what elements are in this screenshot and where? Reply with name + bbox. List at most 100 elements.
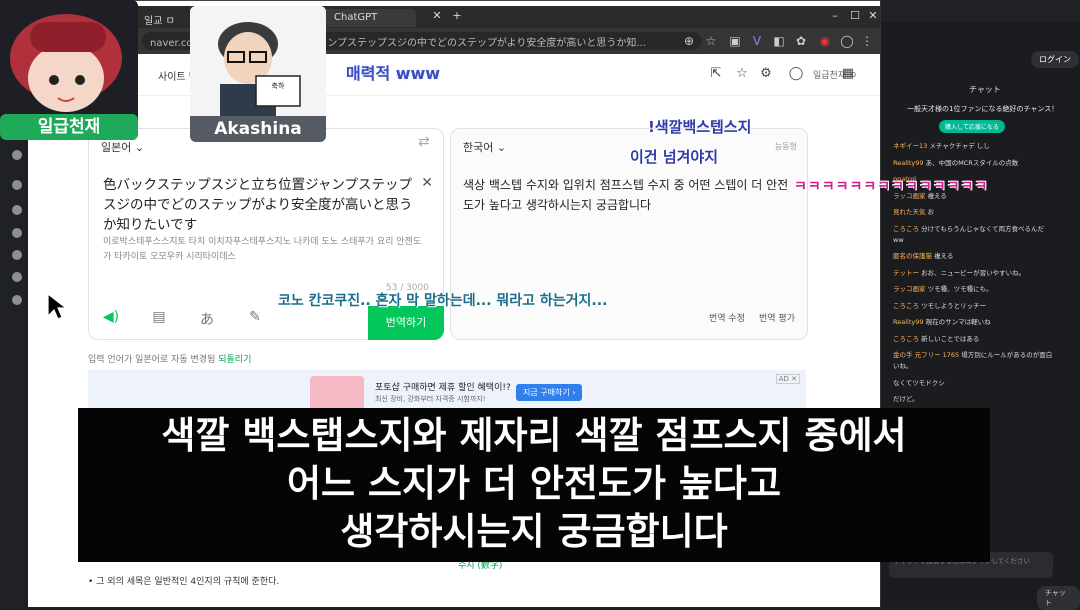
share-icon[interactable]: ⇱ <box>708 66 724 82</box>
target-language-select[interactable]: 한국어 ⌄ <box>463 139 506 155</box>
chat-send-button[interactable]: チャット <box>1037 586 1080 610</box>
extension-icon[interactable]: ◧ <box>770 32 788 50</box>
app-icon[interactable] <box>12 150 22 160</box>
minimize-icon[interactable]: – <box>824 9 846 25</box>
app-icon[interactable] <box>12 180 22 190</box>
chat-text: おお、ニュービーが習いやすいね。 <box>921 268 1026 277</box>
zoom-icon[interactable]: ⊕ <box>680 32 698 50</box>
chat-message: ラッコ画家 ツモ種、ツモ種にも。 <box>893 285 1075 294</box>
source-text-input[interactable]: 色バックステップスジと立ち位置ジャンプステップスジの中でどのステップがより安全度… <box>103 175 419 235</box>
chat-username[interactable]: Reality99 <box>893 159 924 167</box>
source-pronunciation: 이로박스테푸스스지토 타치 이치자푸스테푸스지노 나카데 도노 스테푸가 요리 … <box>103 237 422 262</box>
browser-tab-chatgpt[interactable]: ChatGPT <box>326 9 385 27</box>
dictionary-icon[interactable]: ▤ <box>149 309 169 329</box>
chat-message: ころころ 新しいことではある <box>893 335 1075 344</box>
chat-message: ころころ 分けてもらうんじゃなくて両方食べるんだ <box>893 225 1075 234</box>
app-icon[interactable] <box>12 295 22 305</box>
support-button[interactable]: 購入して応援になる <box>939 120 1005 133</box>
extension-icon[interactable]: ◉ <box>816 32 834 50</box>
overlay-comment: ㅋㅋㅋㅋㅋㅋㅋㅋㅋㅋㅋㅋㅋㅋ <box>794 179 989 195</box>
new-tab-icon[interactable]: + <box>446 9 468 25</box>
chat-username[interactable]: ラッコ画家 <box>893 285 926 293</box>
auto-detect-text: 입력 언어가 일본어로 자동 변경됨 <box>88 355 216 365</box>
ad-cta-button[interactable]: 지금 구매하기 › <box>516 384 583 401</box>
swap-languages-icon[interactable]: ⇄ <box>418 134 430 150</box>
ad-subtitle: 최신 장비, 강화부터 자격증 시험까지! <box>375 395 486 403</box>
chat-text: 場方別にルールがあるのが面白 <box>961 351 1053 359</box>
target-hint: 능동형 <box>774 142 797 151</box>
chat-username[interactable]: 匿名の保護猫 <box>893 252 932 260</box>
clear-icon[interactable]: ✕ <box>421 175 433 191</box>
translation-output: 색상 백스텝 수지와 입위치 점프스텝 수지 중 어떤 스텝이 더 안전도가 높… <box>463 178 789 212</box>
chat-username[interactable]: ころころ <box>893 335 919 343</box>
chat-message: いね。 <box>893 362 1075 371</box>
chat-username[interactable]: テットー <box>893 269 919 277</box>
chat-text: 新しいことではある <box>921 334 980 343</box>
rate-translation-button[interactable]: 번역 평가 <box>759 311 795 324</box>
chat-text: 分けてもらうんじゃなくて両方食べるんだ <box>921 224 1045 233</box>
chat-username[interactable]: Reality99 <box>893 318 924 326</box>
chat-message: ネギイー13 メチャクチャデ しし <box>893 142 1075 151</box>
overlay-comment: 코노 칸코쿠진.. 혼자 막 말하는데... 뭐라고 하는거지... <box>278 293 608 309</box>
extension-v-icon[interactable]: V <box>748 32 766 50</box>
streamer-avatar-left: 일급천재 <box>0 0 138 140</box>
source-language-select[interactable]: 일본어 ⌄ <box>101 139 144 155</box>
edit-translation-button[interactable]: 번역 수정 <box>709 311 745 324</box>
subtitle-line: 어느 스지가 더 안전도가 높다고 <box>286 462 782 505</box>
chat-text: だけど。 <box>893 395 919 403</box>
chat-message: Reality99 あ、中国のMCRスタイルの点数 <box>893 159 1075 168</box>
extension-icon[interactable]: ▣ <box>726 32 744 50</box>
overlay-comment: 매력적 www <box>346 64 441 83</box>
auto-detect-note: 입력 언어가 일본어로 자동 변경됨 되돌리기 <box>88 352 251 365</box>
chat-message: Reality99 現在のサンマは軽いね <box>893 318 1075 327</box>
user-avatar-icon[interactable]: ◯ <box>788 66 804 82</box>
chat-text: いね。 <box>893 362 913 370</box>
chat-text: ww <box>893 235 904 244</box>
subtitle-line: 색깔 백스탭스지와 제자리 색깔 점프스지 중에서 <box>161 414 907 457</box>
profile-icon[interactable]: ◯ <box>838 32 856 50</box>
chat-message: ww <box>893 236 1075 245</box>
chat-message: テットー おお、ニュービーが習いやすいね。 <box>893 269 1075 278</box>
browser-tab[interactable]: 일교 ㅁ <box>136 9 183 27</box>
app-icon[interactable] <box>12 272 22 282</box>
close-tab-icon[interactable]: ✕ <box>426 9 448 25</box>
app-icon[interactable] <box>12 205 22 215</box>
settings-icon[interactable]: ⚙ <box>758 66 774 82</box>
dictionary-rule: • 그 외의 세목은 일반적인 4인지의 규칙에 준한다. <box>88 577 280 587</box>
streamer-name: Akashina <box>190 116 326 142</box>
subtitle-caption: 색깔 백스탭스지와 제자리 색깔 점프스지 중에서 어느 스지가 더 안전도가 … <box>78 408 990 562</box>
mouse-cursor-icon <box>47 292 66 320</box>
handwriting-icon[interactable]: ✎ <box>245 309 265 329</box>
overlay-comment: 이건 넘겨야지 <box>630 148 719 166</box>
undo-link[interactable]: 되돌리기 <box>218 355 251 365</box>
chat-message: なくてツモドクシ <box>893 379 1075 388</box>
puzzle-icon[interactable]: ✿ <box>792 32 810 50</box>
star-icon[interactable]: ☆ <box>734 66 750 82</box>
chat-username[interactable]: ネギイー13 <box>893 142 927 150</box>
chat-message: 匿名の保護猫 複える <box>893 252 1075 261</box>
chat-window-bar <box>881 0 1080 22</box>
bookmark-star-icon[interactable]: ☆ <box>702 32 720 50</box>
chat-message: 見れた天気 お <box>893 208 1075 217</box>
app-icon[interactable] <box>12 250 22 260</box>
hiragana-icon[interactable]: あ <box>197 309 217 329</box>
apps-grid-icon[interactable]: ▦ <box>840 66 856 82</box>
page-header: 사이트 번역 ⇱ ☆ ⚙ ◯ 일급천재 ㅇ ▦ <box>28 54 880 96</box>
chat-text: メチャクチャデ しし <box>929 142 990 150</box>
chat-text: ツモしようとリッチー <box>921 301 987 310</box>
chat-text: なくてツモドクシ <box>893 378 945 387</box>
menu-icon[interactable]: ⋮ <box>858 32 876 50</box>
chat-username[interactable]: ころころ <box>893 302 919 310</box>
subtitle-line: 생각하시는지 궁금합니다 <box>340 510 728 553</box>
chat-login-button[interactable]: ログイン <box>1031 51 1079 68</box>
app-icon[interactable] <box>12 228 22 238</box>
chat-username[interactable]: 見れた天気 <box>893 208 926 216</box>
chat-text: 複える <box>934 252 954 260</box>
speaker-icon[interactable]: ◀) <box>101 309 121 329</box>
chat-username[interactable]: 金の手 元フリー 1765 <box>893 351 959 359</box>
overlay-comment: !색깔백스텝스지 <box>648 118 752 136</box>
ad-badge[interactable]: AD ✕ <box>775 374 800 384</box>
translate-button[interactable]: 번역하기 <box>368 306 444 340</box>
chat-message: だけど。 <box>893 395 1075 404</box>
chat-username[interactable]: ころころ <box>893 225 919 233</box>
